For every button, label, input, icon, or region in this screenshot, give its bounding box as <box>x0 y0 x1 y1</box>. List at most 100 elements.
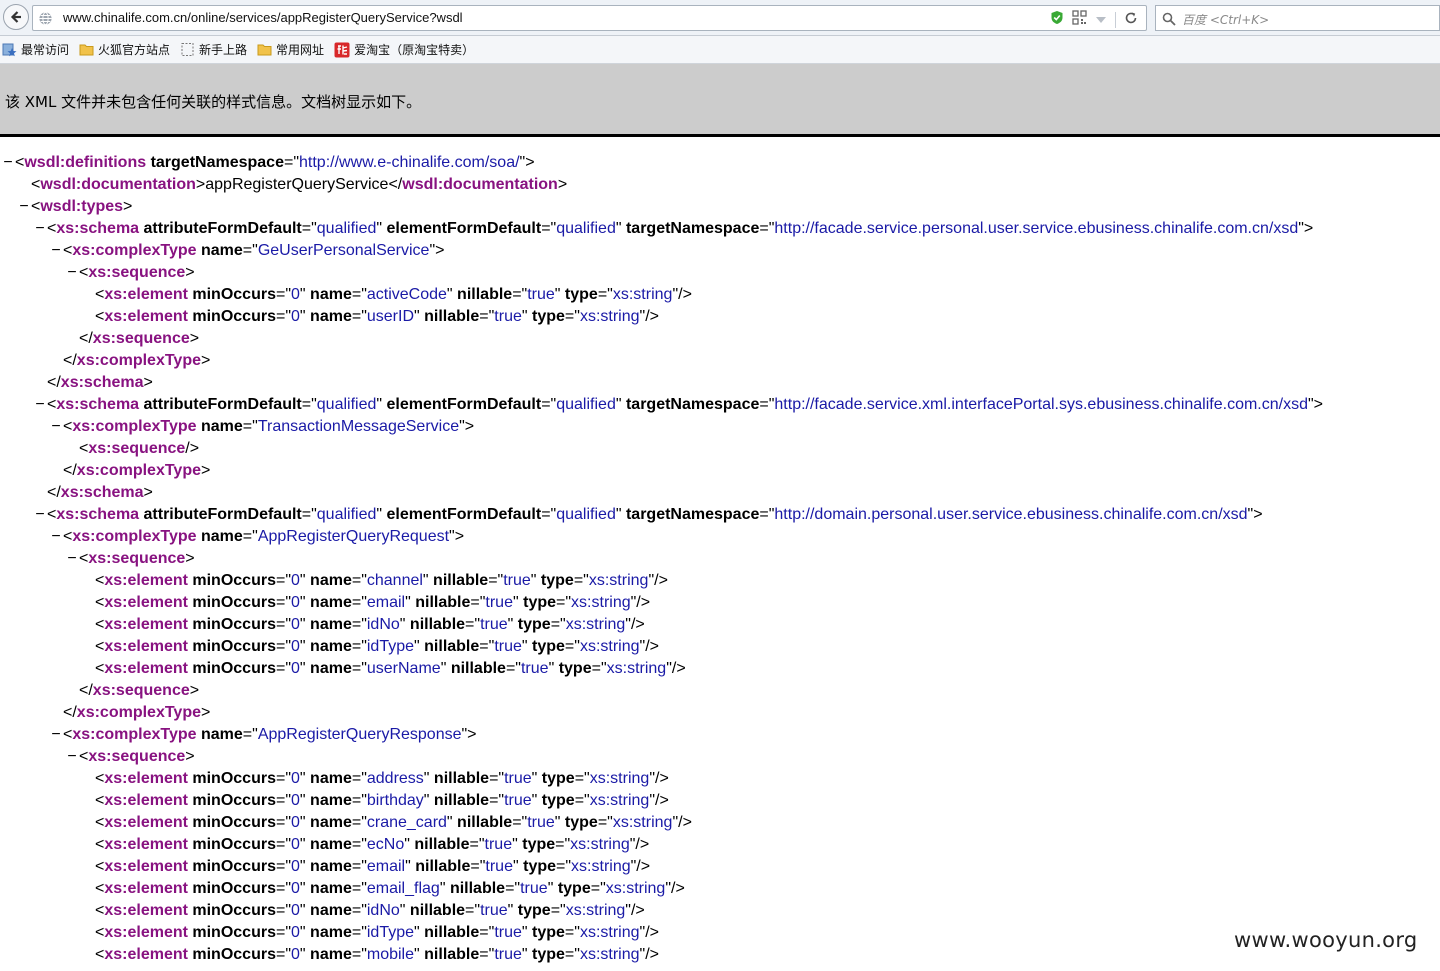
xml-punct: =" <box>301 396 317 413</box>
xml-punct: =" <box>541 506 557 523</box>
xml-attr-value: xs:string <box>579 638 640 655</box>
xml-attr-value: true <box>494 638 522 655</box>
xml-punct: < <box>95 572 105 589</box>
xml-punct: =" <box>479 638 495 655</box>
xml-punct: < <box>63 242 73 259</box>
collapse-toggle[interactable]: − <box>34 394 46 416</box>
xml-line-content: <xs:element minOccurs="0" name="email" n… <box>95 856 650 878</box>
xml-attr-name: type <box>536 572 574 589</box>
qr-code-icon[interactable] <box>1072 10 1087 29</box>
xml-notice-text: 该 XML 文件并未包含任何关联的样式信息。文档树显示如下。 <box>5 93 422 111</box>
bookmark-firefox-site[interactable]: 火狐官方站点 <box>79 41 170 58</box>
xml-tag-name: xs:sequence <box>88 440 186 457</box>
xml-attr-value: 0 <box>291 902 300 919</box>
xml-attr-value: email <box>366 594 406 611</box>
xml-attr-value: xs:string <box>571 594 631 611</box>
xml-attr-name: minOccurs <box>187 880 276 897</box>
xml-punct: < <box>95 858 105 875</box>
dropdown-arrow-icon[interactable] <box>1095 10 1107 29</box>
xml-attr-value: xs:string <box>565 902 626 919</box>
xml-tag-name: xs:sequence <box>88 264 186 281</box>
xml-line: <xs:element minOccurs="0" name="email_fl… <box>0 878 1440 900</box>
xml-punct: > <box>201 352 211 369</box>
xml-line-content: <wsdl:documentation>appRegisterQueryServ… <box>31 174 567 196</box>
bookmark-label: 最常访问 <box>21 43 70 57</box>
xml-attr-value: crane_card <box>366 814 447 831</box>
xml-punct: < <box>15 154 25 171</box>
xml-line: </xs:schema> <box>0 482 1440 504</box>
collapse-toggle[interactable]: − <box>66 262 78 284</box>
xml-line-content: <xs:element minOccurs="0" name="ecNo" ni… <box>95 834 649 856</box>
xml-line-content: <xs:sequence> <box>79 262 195 284</box>
xml-punct: =" <box>597 814 613 831</box>
xml-attr-value: http://facade.service.xml.interfacePorta… <box>774 396 1308 413</box>
url-text[interactable]: www.chinalife.com.cn/online/services/app… <box>63 10 463 25</box>
bookmark-getting-started[interactable]: 新手上路 <box>180 41 247 58</box>
xml-line: </xs:sequence> <box>0 680 1440 702</box>
xml-attr-name: minOccurs <box>187 286 276 303</box>
xml-line: </xs:complexType> <box>0 460 1440 482</box>
collapse-toggle[interactable]: − <box>34 218 46 240</box>
collapse-toggle[interactable]: − <box>50 724 62 746</box>
xml-line-content: <xs:element minOccurs="0" name="idType" … <box>95 636 659 658</box>
xml-punct: =" <box>591 660 607 677</box>
xml-tag-name: xs:element <box>104 638 188 655</box>
bookmark-most-visited[interactable]: 最常访问 <box>2 41 69 58</box>
xml-attr-value: 0 <box>291 616 300 633</box>
xml-punct: < <box>95 946 105 963</box>
bookmark-star-icon <box>2 42 17 57</box>
xml-tag-name: xs:sequence <box>88 748 186 765</box>
xml-attr-value: 0 <box>291 286 300 303</box>
collapse-toggle[interactable]: − <box>34 504 46 526</box>
xml-punct: =" <box>275 792 291 809</box>
xml-punct: =" <box>351 308 367 325</box>
xml-attr-value: idNo <box>366 616 400 633</box>
collapse-toggle[interactable]: − <box>50 240 62 262</box>
url-bar[interactable]: www.chinalife.com.cn/online/services/app… <box>32 5 1147 31</box>
collapse-toggle[interactable]: − <box>66 746 78 768</box>
xml-attr-name: name <box>305 286 352 303</box>
xml-attr-name: minOccurs <box>187 792 276 809</box>
xml-attr-value: xs:string <box>579 924 640 941</box>
xml-punct: =" <box>351 638 367 655</box>
xml-punct: < <box>79 748 89 765</box>
xml-attr-value: true <box>504 770 532 787</box>
xml-tag-name: xs:schema <box>56 506 140 523</box>
search-placeholder: 百度 <Ctrl+K> <box>1182 13 1270 27</box>
xml-line: − <xs:schema attributeFormDefault="qualif… <box>0 504 1440 526</box>
reload-icon[interactable] <box>1124 10 1138 29</box>
xml-punct: =" <box>242 242 258 259</box>
xml-attr-name: name <box>196 242 243 259</box>
xml-attr-name: attributeFormDefault <box>139 220 302 237</box>
xml-punct: "/> <box>665 880 685 897</box>
xml-tag-name: xs:schema <box>56 220 140 237</box>
xml-punct: =" <box>465 616 481 633</box>
xml-tag-name: xs:complexType <box>76 704 201 721</box>
xml-attr-name: minOccurs <box>187 638 276 655</box>
shield-check-icon[interactable] <box>1050 10 1064 29</box>
xml-attr-value: 0 <box>291 858 300 875</box>
collapse-toggle[interactable]: − <box>18 196 30 218</box>
xml-punct: =" <box>242 726 258 743</box>
xml-attr-name: nillable <box>452 814 513 831</box>
collapse-toggle[interactable]: − <box>50 416 62 438</box>
xml-attr-name: minOccurs <box>187 924 276 941</box>
collapse-toggle[interactable]: − <box>50 526 62 548</box>
xml-attr-value: xs:string <box>588 572 649 589</box>
xml-line-content: <wsdl:definitions targetNamespace="http:… <box>15 152 535 174</box>
bookmarks-toolbar: 最常访问 火狐官方站点 新手上路 常用网址 爱淘宝（原淘宝特卖） <box>0 36 1440 64</box>
xml-tag-name: xs:sequence <box>92 682 190 699</box>
bookmark-label: 爱淘宝（原淘宝特卖） <box>354 43 475 57</box>
xml-tag-name: wsdl:documentation <box>402 176 558 193</box>
xml-punct: < <box>95 638 105 655</box>
xml-attr-value: xs:string <box>589 770 650 787</box>
bookmark-common-urls[interactable]: 常用网址 <box>257 41 324 58</box>
collapse-toggle[interactable]: − <box>66 548 78 570</box>
xml-attr-name: minOccurs <box>187 858 276 875</box>
xml-line: <xs:element minOccurs="0" name="activeCo… <box>0 284 1440 306</box>
back-button[interactable] <box>3 4 29 30</box>
collapse-toggle[interactable]: − <box>2 152 14 174</box>
bookmark-ai-taobao[interactable]: 爱淘宝（原淘宝特卖） <box>334 41 474 58</box>
xml-punct: < <box>79 264 89 281</box>
search-input[interactable]: 百度 <Ctrl+K> <box>1155 5 1440 31</box>
